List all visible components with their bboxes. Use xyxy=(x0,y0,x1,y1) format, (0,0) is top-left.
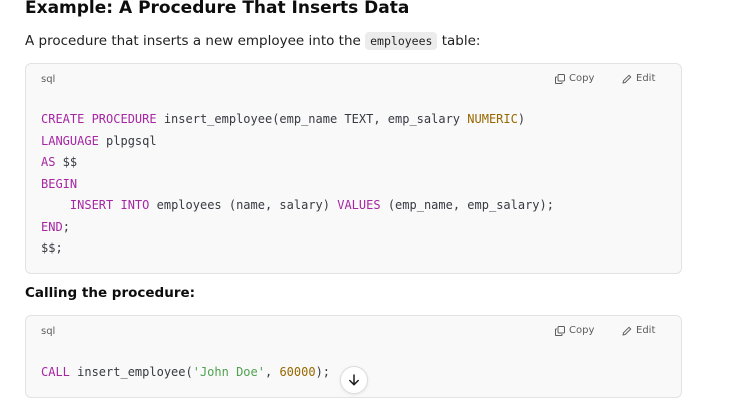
code-token: $$; xyxy=(41,241,63,255)
code-token: ; xyxy=(62,219,70,234)
section-heading: Example: A Procedure That Inserts Data xyxy=(25,0,410,18)
code-line: LANGUAGE plpgsql xyxy=(41,134,157,148)
code-token: , xyxy=(264,365,280,379)
arrow-down-icon xyxy=(349,374,359,386)
edit-button[interactable]: Edit xyxy=(622,73,655,84)
code-line: INSERT INTO employees (name, salary) VAL… xyxy=(41,198,554,212)
code-content: CALL insert_employee('John Doe', 60000); xyxy=(41,362,330,384)
code-literal: NUMERIC xyxy=(467,112,518,126)
code-line: CALL insert_employee('John Doe', 60000); xyxy=(41,365,330,379)
code-keyword: END xyxy=(41,219,63,234)
code-keyword: AS xyxy=(41,155,56,169)
code-line: AS $$ xyxy=(41,155,77,169)
intro-text-after: table: xyxy=(437,33,481,49)
code-line: END; xyxy=(41,220,70,234)
code-line: $$; xyxy=(41,241,63,255)
copy-icon xyxy=(555,73,565,84)
code-keyword: CREATE PROCEDURE xyxy=(41,112,157,126)
code-keyword: CALL xyxy=(41,365,70,379)
code-token: plpgsql xyxy=(98,133,157,148)
copy-icon xyxy=(555,325,565,336)
copy-button-label: Copy xyxy=(569,325,595,336)
code-token: insert_employee( xyxy=(69,365,193,379)
code-language-label: sql xyxy=(41,74,56,85)
code-token: $$ xyxy=(55,155,78,169)
inline-code-employees: employees xyxy=(365,32,438,50)
copy-button[interactable]: Copy xyxy=(555,325,594,336)
scroll-to-bottom-button[interactable] xyxy=(340,366,368,394)
code-content: CREATE PROCEDURE insert_employee(emp_nam… xyxy=(41,109,554,260)
code-language-label: sql xyxy=(41,326,56,337)
code-line: CREATE PROCEDURE insert_employee(emp_nam… xyxy=(41,112,525,126)
edit-button[interactable]: Edit xyxy=(622,325,655,336)
code-keyword: LANGUAGE xyxy=(41,133,99,148)
calling-heading: Calling the procedure: xyxy=(25,285,196,301)
edit-button-label: Edit xyxy=(636,325,656,336)
intro-text-before: A procedure that inserts a new employee … xyxy=(25,33,366,49)
code-line: BEGIN xyxy=(41,177,77,191)
code-token: employees (name, salary) xyxy=(149,198,338,212)
code-block-procedure: sql Copy Edit CREATE PROCEDURE insert_em… xyxy=(25,63,682,274)
code-keyword: INSERT INTO xyxy=(69,198,150,212)
edit-button-label: Edit xyxy=(636,73,656,84)
copy-button-label: Copy xyxy=(569,73,595,84)
code-token: insert_employee(emp_name TEXT, emp_salar… xyxy=(156,112,468,126)
code-string: 'John Doe' xyxy=(192,365,265,379)
code-literal: 60000 xyxy=(279,365,316,379)
code-token: ); xyxy=(315,365,331,379)
code-keyword: VALUES xyxy=(337,198,381,212)
code-keyword: BEGIN xyxy=(41,176,78,191)
intro-paragraph: A procedure that inserts a new employee … xyxy=(25,32,481,50)
edit-pencil-icon xyxy=(622,326,632,335)
code-token: (emp_name, emp_salary); xyxy=(380,198,554,212)
copy-button[interactable]: Copy xyxy=(555,73,594,84)
code-token: ) xyxy=(517,112,526,126)
edit-pencil-icon xyxy=(622,74,632,83)
